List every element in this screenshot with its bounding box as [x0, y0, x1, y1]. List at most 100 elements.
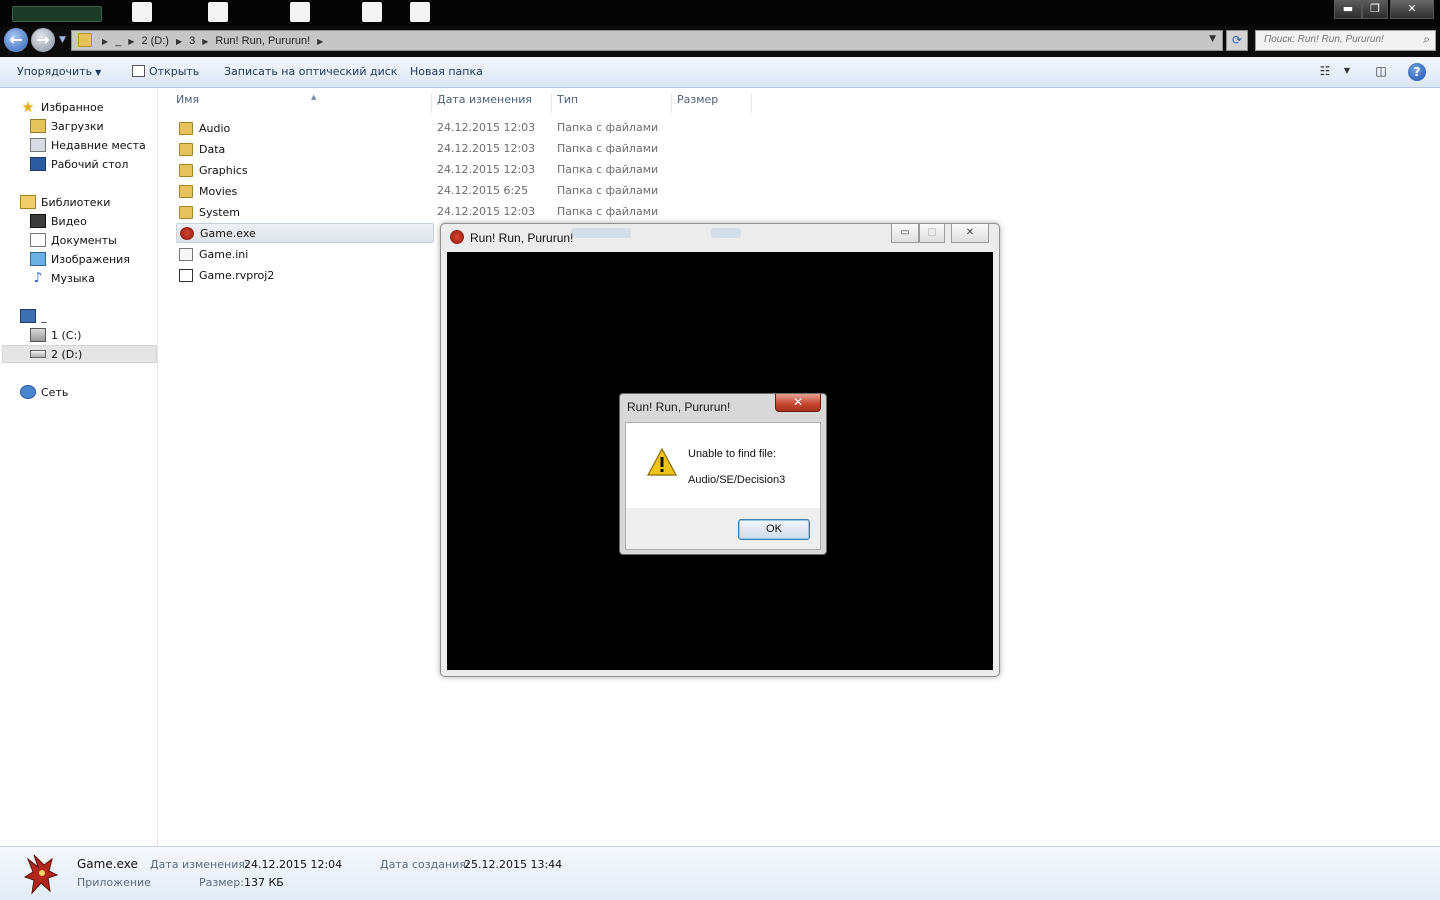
sort-up-icon: ▲ [311, 93, 317, 101]
details-pane: Game.exe Приложение Дата изменения: 24.1… [0, 846, 1440, 900]
breadcrumb: ▶ _ ▶ 2 (D:) ▶ 3 ▶ Run! Run, Pururun! ▶ [96, 33, 329, 49]
refresh-button[interactable]: ⟳ [1226, 30, 1248, 51]
view-options-icon[interactable]: ☷ [1316, 64, 1334, 80]
game-app-icon [180, 226, 194, 240]
file-row[interactable]: Movies 24.12.2015 6:25 Папка с файлами [172, 181, 1432, 201]
background-window-thumbnail [290, 2, 310, 22]
folder-icon [179, 184, 193, 198]
details-file-name: Game.exe [77, 857, 138, 871]
open-label: Открыть [149, 65, 200, 78]
nav-network[interactable]: Сеть [20, 383, 68, 401]
nav-libraries[interactable]: Библиотеки [20, 193, 110, 211]
nav-images[interactable]: Изображения [30, 250, 130, 268]
file-row[interactable]: Audio 24.12.2015 12:03 Папка с файлами [172, 118, 1432, 138]
close-button[interactable]: ✕ [1390, 0, 1434, 19]
ok-button[interactable]: OK [738, 519, 810, 540]
nav-music[interactable]: ♪ Музыка [30, 269, 95, 287]
breadcrumb-item[interactable]: _ [114, 35, 122, 47]
nav-label: Библиотеки [41, 195, 111, 209]
file-date: 24.12.2015 12:03 [437, 142, 536, 155]
breadcrumb-item[interactable]: 2 (D:) [140, 35, 170, 47]
nav-favorites[interactable]: ★ Избранное [20, 98, 103, 116]
file-type: Папка с файлами [557, 205, 659, 218]
column-header-name[interactable]: Имя ▲ [172, 93, 432, 113]
preview-pane-icon[interactable]: ◫ [1372, 64, 1390, 80]
dialog-body: Unable to find file: Audio/SE/Decision3 … [625, 422, 821, 550]
game-minimize-button[interactable]: ▭ [891, 224, 919, 243]
computer-icon [20, 309, 36, 323]
nav-label: Загрузки [51, 119, 104, 133]
music-note-icon: ♪ [33, 270, 43, 286]
recent-places-icon [30, 138, 46, 152]
file-row[interactable]: Data 24.12.2015 12:03 Папка с файлами [172, 139, 1432, 159]
game-close-button[interactable]: ✕ [951, 224, 989, 243]
file-type: Папка с файлами [557, 142, 659, 155]
chevron-right-icon[interactable]: ▶ [102, 37, 108, 46]
file-row[interactable]: Graphics 24.12.2015 12:03 Папка с файлам… [172, 160, 1432, 180]
chevron-right-icon[interactable]: ▶ [128, 37, 134, 46]
nav-label: Сеть [41, 385, 69, 399]
background-window-thumbnail [132, 2, 152, 22]
nav-documents[interactable]: Документы [30, 231, 117, 249]
details-size-label: Размер: [199, 876, 244, 889]
chevron-right-icon[interactable]: ▶ [202, 37, 208, 46]
help-icon[interactable]: ? [1408, 63, 1426, 81]
address-history-dropdown-icon[interactable]: ▼ [1209, 34, 1216, 44]
nav-downloads[interactable]: Загрузки [30, 117, 104, 135]
recent-pages-dropdown-icon[interactable]: ▼ [59, 35, 66, 45]
navigation-pane: ★ Избранное Загрузки Недавние места Рабоч… [0, 88, 158, 846]
file-type: Папка с файлами [557, 163, 659, 176]
back-button[interactable]: ← [4, 28, 28, 52]
dialog-close-button[interactable]: ✕ [775, 394, 821, 412]
nav-label: Документы [51, 233, 117, 247]
address-row: ← → ▼ ▶ _ ▶ 2 (D:) ▶ 3 ▶ Run! Run, Purur… [0, 26, 1440, 57]
organize-label: Упорядочить [17, 65, 93, 78]
breadcrumb-item[interactable]: 3 [188, 35, 196, 47]
column-header-size[interactable]: Размер [673, 93, 752, 113]
chevron-right-icon[interactable]: ▶ [176, 37, 182, 46]
column-header-date[interactable]: Дата изменения [433, 93, 552, 113]
file-name: Game.rvproj2 [199, 268, 275, 282]
minimize-button[interactable]: ▬ [1334, 0, 1362, 19]
search-icon[interactable]: ⌕ [1423, 32, 1430, 47]
new-folder-button[interactable]: Новая папка [410, 65, 483, 78]
window-title-bar: ▬ ❐ ✕ [0, 0, 1440, 26]
chevron-right-icon[interactable]: ▶ [317, 37, 323, 46]
maximize-button[interactable]: ❐ [1362, 0, 1388, 19]
game-window-title-bar[interactable]: Run! Run, Pururun! ▭ ▢ ✕ [441, 224, 999, 252]
star-icon: ★ [21, 98, 35, 116]
drive-icon [30, 350, 46, 358]
chevron-down-icon: ▼ [95, 68, 102, 77]
column-header-type[interactable]: Тип [553, 93, 672, 113]
file-row[interactable]: System 24.12.2015 12:03 Папка с файлами [172, 202, 1432, 222]
background-window-thumbnail [208, 2, 228, 22]
burn-button[interactable]: Записать на оптический диск [224, 65, 397, 78]
breadcrumb-item[interactable]: Run! Run, Pururun! [214, 35, 311, 47]
dialog-message: Unable to find file: [688, 448, 777, 460]
details-created-label: Дата создания: [380, 858, 470, 871]
blurred-background [711, 228, 741, 238]
nav-recent-places[interactable]: Недавние места [30, 136, 146, 154]
nav-label: _ [41, 309, 47, 323]
nav-desktop[interactable]: Рабочий стол [30, 155, 128, 173]
folder-icon [78, 33, 92, 47]
nav-computer[interactable]: _ [20, 307, 47, 325]
nav-drive-c[interactable]: 1 (C:) [30, 326, 81, 344]
folder-icon [179, 121, 193, 135]
folder-icon [179, 163, 193, 177]
column-label: Имя [176, 93, 200, 106]
open-button[interactable]: Открыть [132, 65, 199, 78]
libraries-icon [20, 195, 36, 209]
desktop-icon [30, 157, 46, 171]
address-bar[interactable]: ▶ _ ▶ 2 (D:) ▶ 3 ▶ Run! Run, Pururun! ▶ … [71, 30, 1223, 51]
nav-video[interactable]: Видео [30, 212, 87, 230]
chevron-down-icon[interactable]: ▼ [1338, 66, 1356, 82]
command-bar: Упорядочить ▼ Открыть Записать на оптичес… [0, 57, 1440, 88]
organize-button[interactable]: Упорядочить ▼ [17, 65, 101, 78]
taskbar-thumbnail [12, 6, 102, 22]
search-input[interactable]: Поиск: Run! Run, Pururun! ⌕ [1255, 30, 1436, 51]
nav-drive-d[interactable]: 2 (D:) [2, 345, 157, 363]
documents-library-icon [30, 233, 46, 247]
details-size-value: 137 КБ [244, 876, 284, 889]
forward-button[interactable]: → [31, 28, 55, 52]
